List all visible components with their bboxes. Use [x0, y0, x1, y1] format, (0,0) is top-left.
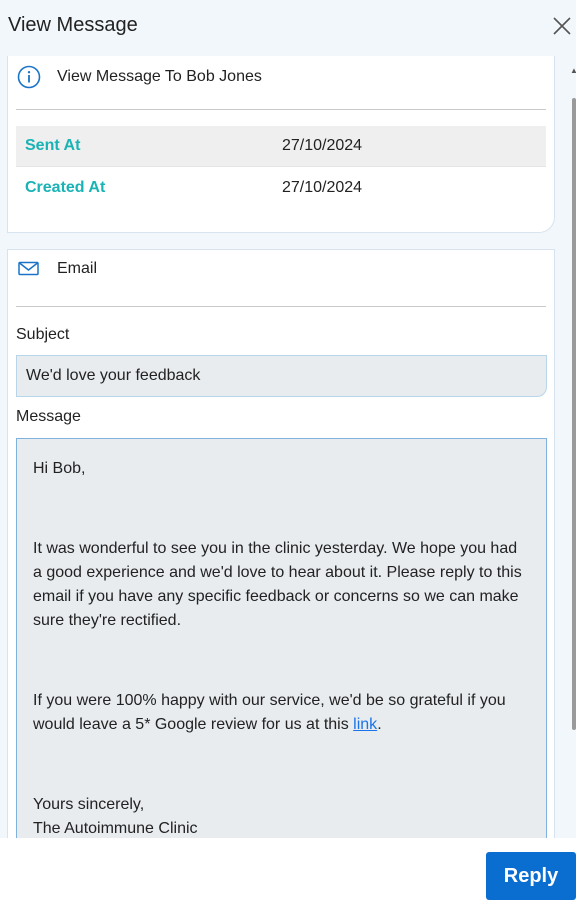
- table-row: Created At 27/10/2024: [16, 167, 546, 208]
- close-icon[interactable]: [550, 14, 574, 38]
- message-spacer: [33, 481, 530, 513]
- review-text: If you were 100% happy with our service,…: [33, 692, 506, 733]
- email-card-heading: Email: [57, 260, 98, 277]
- sent-at-label: Sent At: [25, 137, 81, 154]
- divider: [16, 306, 546, 307]
- info-icon: [16, 64, 42, 90]
- message-field[interactable]: Hi Bob, It was wonderful to see you in t…: [16, 438, 547, 838]
- dialog-title: View Message: [8, 14, 138, 36]
- dialog-header: View Message: [0, 0, 576, 56]
- reply-button[interactable]: Reply: [486, 852, 576, 900]
- message-label: Message: [16, 408, 81, 425]
- sent-at-value: 27/10/2024: [282, 137, 363, 154]
- created-at-value: 27/10/2024: [282, 178, 363, 196]
- review-text-end: .: [377, 716, 382, 733]
- subject-field[interactable]: We'd love your feedback: [16, 355, 547, 397]
- divider: [16, 109, 546, 110]
- message-info-card: View Message To Bob Jones Sent At 27/10/…: [7, 56, 555, 233]
- email-card-header: Email: [16, 254, 97, 284]
- scroll-up-arrow[interactable]: ▲: [570, 66, 576, 75]
- review-link[interactable]: link: [353, 716, 377, 733]
- message-paragraph-review: If you were 100% happy with our service,…: [33, 689, 530, 737]
- message-signoff: Yours sincerely,: [33, 796, 145, 813]
- subject-value: We'd love your feedback: [26, 367, 201, 384]
- info-card-heading: View Message To Bob Jones: [57, 68, 262, 85]
- message-greeting: Hi Bob,: [33, 460, 86, 477]
- created-at-label: Created At: [25, 178, 106, 196]
- dialog-content: View Message To Bob Jones Sent At 27/10/…: [0, 56, 576, 838]
- scrollbar[interactable]: [572, 98, 576, 730]
- info-card-header: View Message To Bob Jones: [16, 62, 262, 92]
- table-row: Sent At 27/10/2024: [16, 126, 546, 167]
- mail-icon: [16, 256, 42, 282]
- email-card: Email Subject We'd love your feedback Me…: [7, 249, 555, 838]
- message-paragraph: It was wonderful to see you in the clini…: [33, 540, 522, 629]
- message-signature: The Autoimmune Clinic: [33, 820, 198, 837]
- subject-label: Subject: [16, 326, 70, 343]
